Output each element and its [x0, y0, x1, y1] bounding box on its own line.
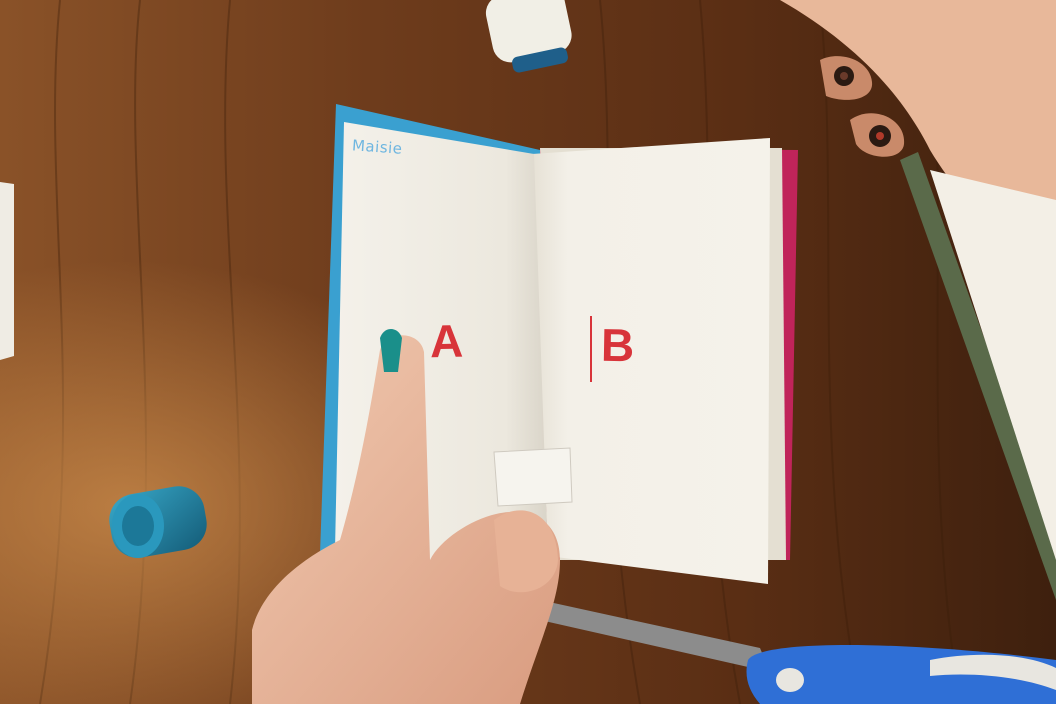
- paper-clip: [493, 447, 573, 507]
- paper-scrap: [0, 182, 14, 360]
- nail-polish: [380, 329, 402, 372]
- cover-handwriting: Maisie: [351, 136, 404, 158]
- right-page: [532, 138, 770, 584]
- scene-drawing: [0, 0, 1056, 704]
- stamped-letter-a: A: [429, 314, 464, 368]
- stamped-letter-b: B: [600, 318, 635, 372]
- photo-scene: Maisie A B: [0, 0, 1056, 704]
